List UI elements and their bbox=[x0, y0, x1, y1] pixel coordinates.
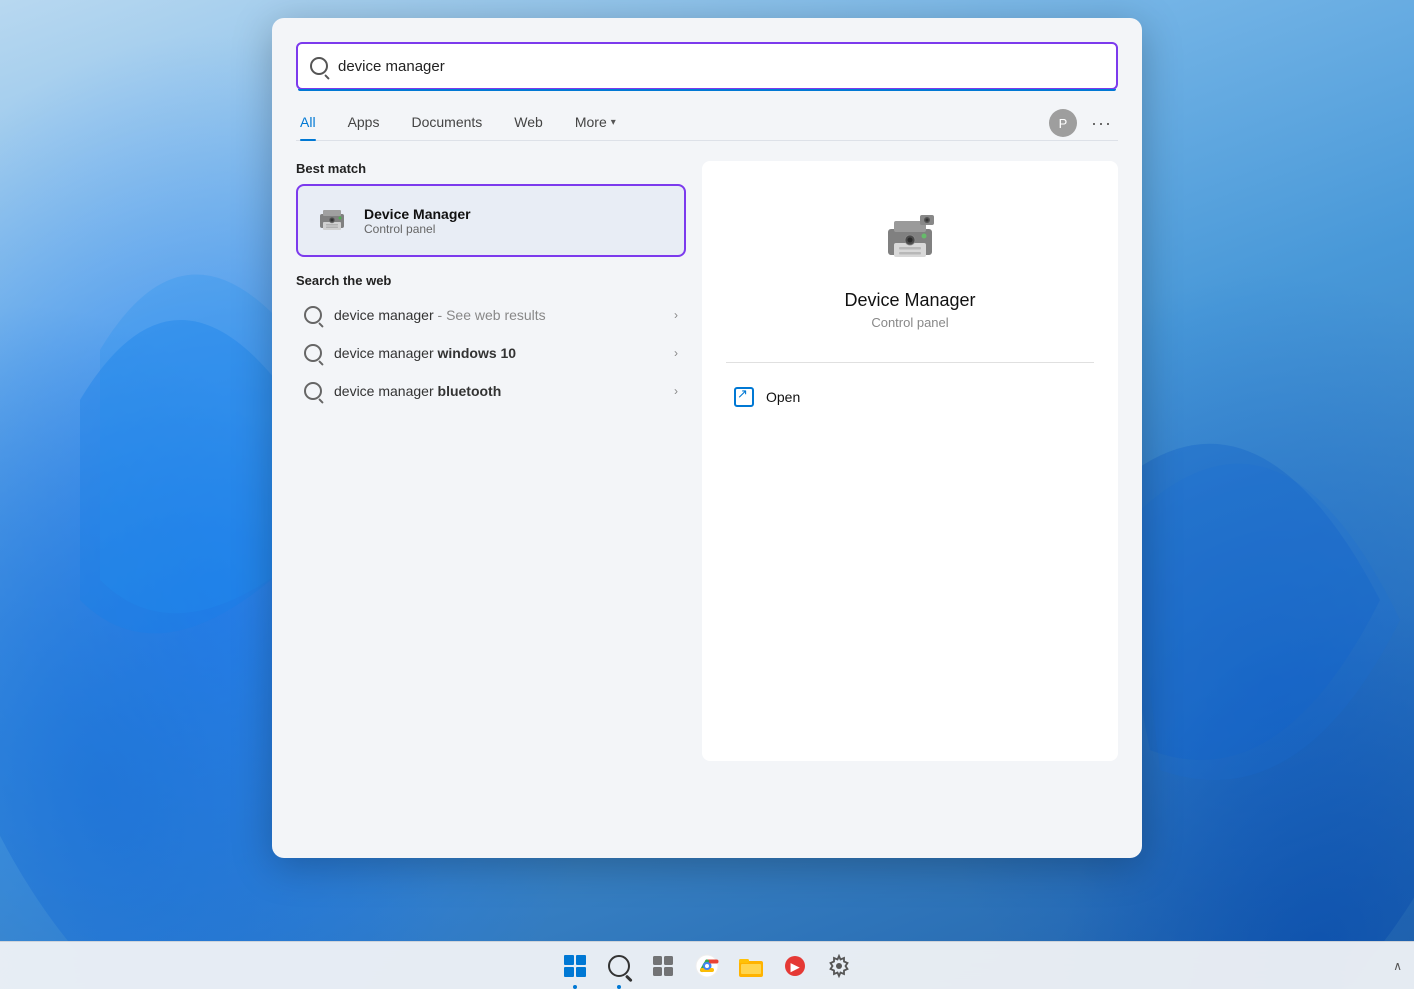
web-search-item-1[interactable]: device manager - See web results › bbox=[296, 296, 686, 334]
tab-more[interactable]: More ▾ bbox=[559, 106, 632, 140]
mail-icon: ▶ bbox=[783, 955, 807, 977]
open-icon bbox=[734, 387, 754, 407]
right-panel-icon bbox=[878, 205, 942, 274]
right-panel-subtitle: Control panel bbox=[871, 315, 948, 330]
device-manager-icon bbox=[314, 200, 350, 241]
web-search-text-1: device manager - See web results bbox=[334, 307, 662, 323]
best-match-text: Device Manager Control panel bbox=[364, 206, 668, 236]
best-match-subtitle: Control panel bbox=[364, 222, 668, 236]
web-search-icon-1 bbox=[304, 306, 322, 324]
web-search-item-2[interactable]: device manager windows 10 › bbox=[296, 334, 686, 372]
open-action[interactable]: Open bbox=[726, 375, 1094, 419]
best-match-item[interactable]: Device Manager Control panel bbox=[296, 184, 686, 257]
divider bbox=[726, 362, 1094, 363]
search-panel: device manager All Apps Documents Web Mo… bbox=[272, 18, 1142, 858]
taskbar: ▶ ∧ bbox=[0, 941, 1414, 989]
tab-web[interactable]: Web bbox=[498, 106, 559, 140]
mail-button[interactable]: ▶ bbox=[775, 946, 815, 986]
open-label: Open bbox=[766, 389, 800, 405]
settings-button[interactable] bbox=[819, 946, 859, 986]
best-match-label: Best match bbox=[296, 161, 686, 176]
left-panel: Best match bbox=[296, 161, 686, 761]
chrome-button[interactable] bbox=[687, 946, 727, 986]
tab-apps[interactable]: Apps bbox=[332, 106, 396, 140]
right-panel: Device Manager Control panel Open bbox=[702, 161, 1118, 761]
web-search-label: Search the web bbox=[296, 273, 686, 288]
system-tray-chevron[interactable]: ∧ bbox=[1393, 957, 1402, 975]
chevron-down-icon: ▾ bbox=[611, 117, 616, 128]
taskbar-search-button[interactable] bbox=[599, 946, 639, 986]
web-search-text-2: device manager windows 10 bbox=[334, 345, 662, 361]
search-icon bbox=[310, 57, 328, 75]
web-search-item-3[interactable]: device manager bluetooth › bbox=[296, 372, 686, 410]
main-content: Best match bbox=[296, 161, 1118, 761]
task-view-button[interactable] bbox=[643, 946, 683, 986]
file-explorer-button[interactable] bbox=[731, 946, 771, 986]
web-search-icon-2 bbox=[304, 344, 322, 362]
svg-text:▶: ▶ bbox=[790, 961, 800, 973]
tab-documents[interactable]: Documents bbox=[395, 106, 498, 140]
avatar[interactable]: P bbox=[1049, 109, 1077, 137]
search-tabs: All Apps Documents Web More ▾ P ··· bbox=[296, 106, 1118, 141]
more-options-button[interactable]: ··· bbox=[1085, 109, 1118, 138]
web-search-text-3: device manager bluetooth bbox=[334, 383, 662, 399]
best-match-title: Device Manager bbox=[364, 206, 668, 222]
start-dot bbox=[573, 985, 577, 989]
tab-all[interactable]: All bbox=[296, 106, 332, 140]
right-panel-title: Device Manager bbox=[844, 290, 975, 311]
start-button[interactable] bbox=[555, 946, 595, 986]
chevron-right-icon-2: › bbox=[674, 346, 678, 360]
web-search-list: device manager - See web results › devic… bbox=[296, 296, 686, 410]
chevron-right-icon-1: › bbox=[674, 308, 678, 322]
file-explorer-icon bbox=[739, 955, 763, 977]
settings-icon bbox=[827, 954, 851, 978]
web-search-icon-3 bbox=[304, 382, 322, 400]
taskbar-search-icon bbox=[608, 955, 630, 977]
search-input-container[interactable]: device manager bbox=[296, 42, 1118, 90]
task-view-icon bbox=[652, 955, 674, 977]
chrome-icon bbox=[695, 954, 719, 978]
chevron-right-icon-3: › bbox=[674, 384, 678, 398]
search-input[interactable]: device manager bbox=[338, 58, 1104, 75]
windows-logo-icon bbox=[564, 955, 586, 977]
search-dot bbox=[617, 985, 621, 989]
